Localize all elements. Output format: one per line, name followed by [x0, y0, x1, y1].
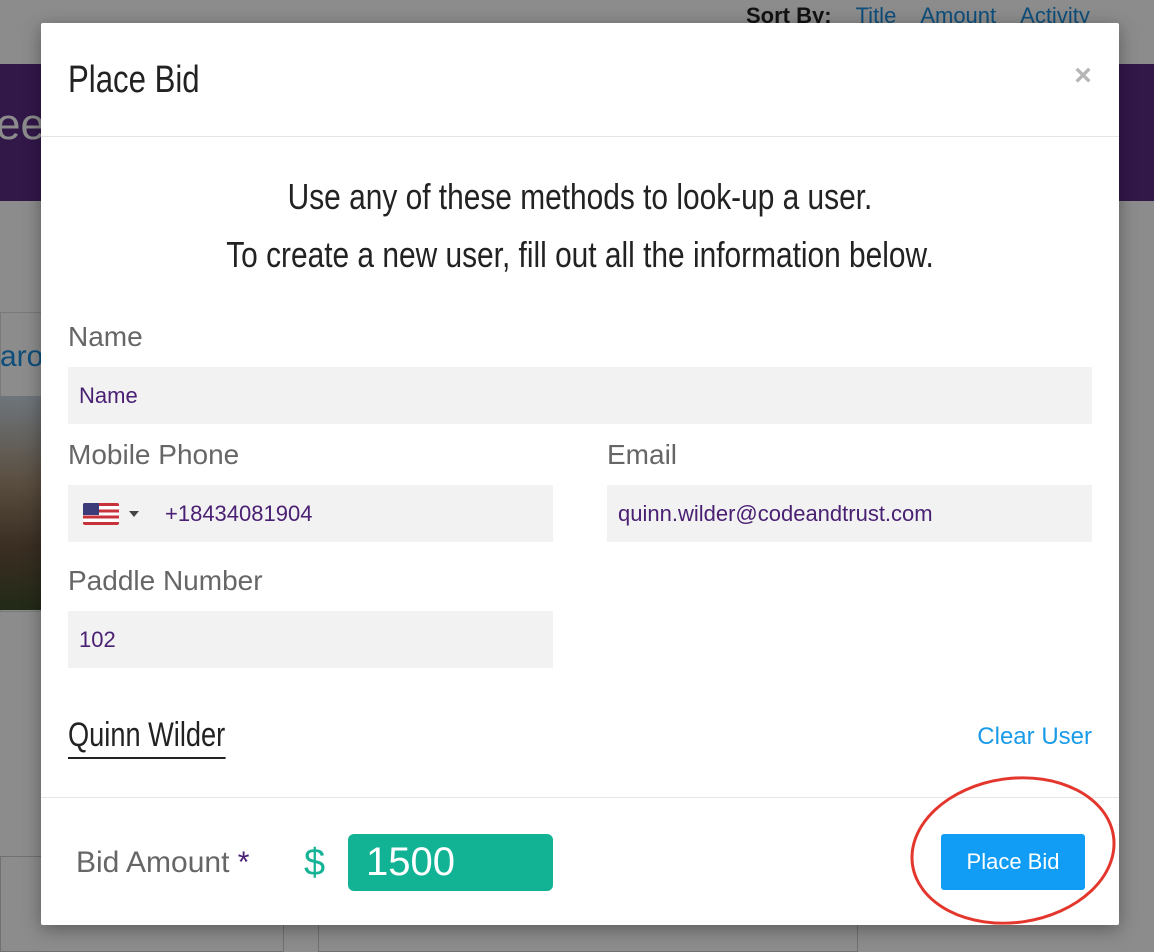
us-flag-icon: [83, 502, 119, 525]
place-bid-button[interactable]: Place Bid: [941, 834, 1085, 890]
mobile-phone-input[interactable]: +18434081904: [68, 485, 553, 542]
selected-user-name: Quinn Wilder: [68, 716, 226, 759]
name-label: Name: [68, 321, 143, 352]
name-input[interactable]: Name: [68, 367, 1092, 424]
email-label: Email: [607, 439, 678, 470]
required-marker: *: [237, 846, 250, 879]
paddle-number-label: Paddle Number: [68, 565, 263, 596]
modal-footer: Bid Amount * $ 1500 Place Bid: [41, 797, 1119, 925]
place-bid-modal: Place Bid × Use any of these methods to …: [41, 23, 1119, 925]
mobile-phone-label: Mobile Phone: [68, 439, 240, 470]
bid-amount-input[interactable]: 1500: [348, 834, 553, 891]
clear-user-link[interactable]: Clear User: [977, 723, 1092, 751]
phone-value: +18434081904: [165, 500, 313, 526]
currency-symbol: $: [304, 842, 326, 884]
modal-header: Place Bid ×: [41, 23, 1119, 137]
modal-title: Place Bid: [68, 59, 200, 101]
country-selector[interactable]: [83, 502, 139, 525]
intro-line-1: Use any of these methods to look-up a us…: [287, 176, 873, 217]
bid-amount-label-text: Bid Amount: [76, 846, 230, 879]
email-input[interactable]: quinn.wilder@codeandtrust.com: [607, 485, 1092, 542]
intro-text: Use any of these methods to look-up a us…: [41, 168, 1119, 284]
bid-amount-label: Bid Amount *: [76, 846, 249, 880]
chevron-down-icon: [129, 510, 139, 517]
intro-line-2: To create a new user, fill out all the i…: [226, 234, 934, 275]
paddle-number-input[interactable]: 102: [68, 611, 553, 668]
close-icon[interactable]: ×: [1071, 61, 1095, 91]
